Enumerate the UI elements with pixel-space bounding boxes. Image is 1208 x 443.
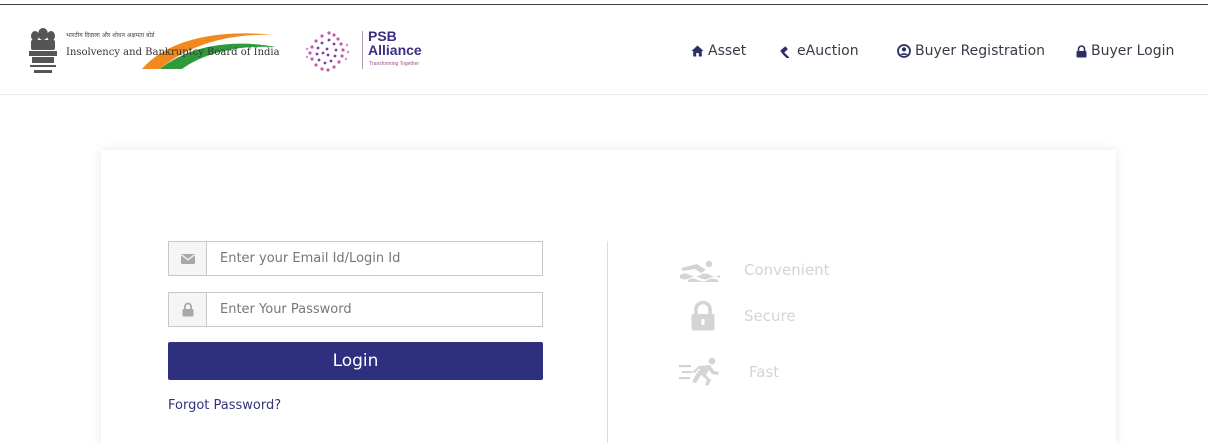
feature-fast: Fast <box>679 357 779 387</box>
national-emblem-icon <box>29 28 57 73</box>
nav-asset-label: Asset <box>708 43 747 59</box>
envelope-icon <box>180 253 195 264</box>
forgot-password-link[interactable]: Forgot Password? <box>168 398 281 413</box>
password-input[interactable] <box>207 293 542 326</box>
nav-eauction[interactable]: eAuction <box>779 43 859 59</box>
ibbi-english-name: Insolvency and Bankruptcy Board of India <box>66 47 280 58</box>
password-field <box>168 292 543 327</box>
psb-alliance-logo[interactable]: PSB Alliance Transforming Together <box>303 27 443 79</box>
vertical-divider <box>607 241 608 443</box>
lock-icon <box>182 302 193 317</box>
email-field <box>168 241 543 276</box>
nav-eauction-label: eAuction <box>797 43 859 59</box>
gavel-icon <box>780 46 790 58</box>
feature-secure-label: Secure <box>744 307 796 325</box>
login-card: Login Forgot Password? Convenient Secure <box>101 150 1116 443</box>
runner-icon <box>679 357 719 386</box>
user-circle-icon <box>897 44 911 58</box>
login-button[interactable]: Login <box>168 342 543 380</box>
feature-convenient: Convenient <box>679 258 830 282</box>
psb-divider <box>362 31 363 69</box>
nav-buyer-login[interactable]: Buyer Login <box>1076 43 1174 59</box>
site-header: भारतीय दिवाला और शोधन अक्षमता बोर्ड Inso… <box>0 5 1208 95</box>
feature-convenient-label: Convenient <box>744 261 830 279</box>
ibbi-logo[interactable]: भारतीय दिवाला और शोधन अक्षमता बोर्ड Inso… <box>26 25 280 81</box>
psb-tagline: Transforming Together <box>369 61 420 67</box>
swimmer-icon <box>680 260 720 282</box>
nav-buyer-registration[interactable]: Buyer Registration <box>897 43 1045 59</box>
psb-title-line2: Alliance <box>368 42 422 58</box>
password-addon <box>169 293 207 326</box>
nav-buyer-login-label: Buyer Login <box>1091 43 1175 59</box>
nav-asset[interactable]: Asset <box>691 43 746 59</box>
psb-title: PSB Alliance <box>368 29 422 57</box>
lock-icon <box>691 301 715 331</box>
psb-globe-icon <box>305 31 350 72</box>
email-input[interactable] <box>207 242 542 275</box>
feature-fast-label: Fast <box>749 363 780 381</box>
home-icon <box>691 45 704 57</box>
nav-buyer-registration-label: Buyer Registration <box>915 43 1046 59</box>
ibbi-hindi-name: भारतीय दिवाला और शोधन अक्षमता बोर्ड <box>66 32 155 39</box>
feature-secure: Secure <box>691 301 796 331</box>
lock-icon <box>1076 44 1087 57</box>
psb-title-line1: PSB <box>368 28 397 44</box>
email-addon <box>169 242 207 275</box>
